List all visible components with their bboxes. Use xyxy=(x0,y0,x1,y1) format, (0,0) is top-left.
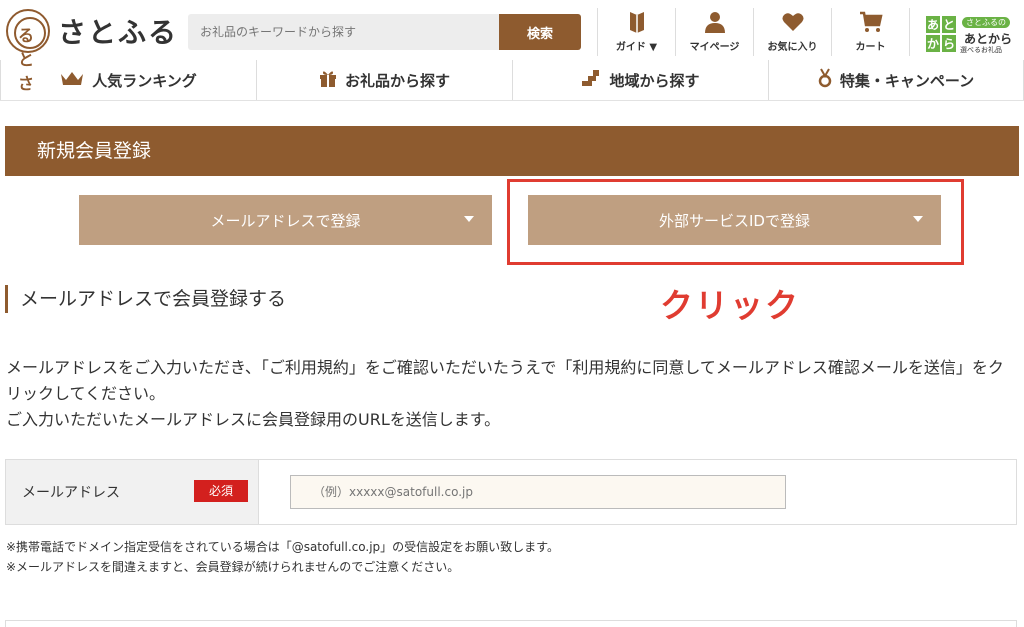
heart-icon xyxy=(754,10,831,38)
tab-email-register[interactable]: メールアドレスで登録 xyxy=(79,195,492,245)
main-nav: 人気ランキング お礼品から探す 地域から探す 特集・キャンペーン xyxy=(0,60,1024,101)
form-notes: ※携帯電話でドメイン指定受信をされている場合は「@satofull.co.jp」… xyxy=(6,537,559,577)
user-icon xyxy=(676,10,753,38)
email-label-cell: メールアドレス 必須 xyxy=(6,460,259,524)
site-header: るとさ さとふる 検索 ガイド ▼ マイページ お気に入り カート あ と xyxy=(0,0,1024,93)
nav-region-label: 地域から探す xyxy=(609,71,700,90)
email-field[interactable] xyxy=(290,475,786,509)
section-heading: メールアドレスで会員登録する xyxy=(5,285,286,313)
page-title: 新規会員登録 xyxy=(5,126,1019,176)
nav-ranking-label: 人気ランキング xyxy=(92,71,197,90)
favorites-link[interactable]: お気に入り xyxy=(753,8,831,56)
atokara-banner[interactable]: あ と か ら さとふるの あとから 選べるお礼品 xyxy=(922,9,1020,55)
book-icon xyxy=(598,10,675,38)
atokara-logo-icon: あ と か ら xyxy=(925,15,957,53)
nav-gifts-label: お礼品から探す xyxy=(344,71,450,90)
mypage-label: マイページ xyxy=(689,42,740,53)
site-logo[interactable]: るとさ さとふる xyxy=(6,9,179,93)
note-line: ※携帯電話でドメイン指定受信をされている場合は「@satofull.co.jp」… xyxy=(6,540,559,554)
atokara-badge: さとふるの xyxy=(962,17,1010,28)
guide-menu[interactable]: ガイド ▼ xyxy=(597,8,675,56)
tab-email-label: メールアドレスで登録 xyxy=(210,211,361,230)
note-line: ※メールアドレスを間違えますと、会員登録が続けられませんのでご注意ください。 xyxy=(6,560,460,574)
email-input-cell xyxy=(259,460,1016,524)
atokara-char: あ xyxy=(925,15,941,34)
nav-region[interactable]: 地域から探す xyxy=(512,60,768,100)
description-line: ご入力いただいたメールアドレスに会員登録用のURLを送信します。 xyxy=(6,410,501,429)
nav-gifts[interactable]: お礼品から探す xyxy=(256,60,512,100)
crown-icon xyxy=(60,70,84,90)
atokara-char: と xyxy=(941,15,957,34)
nav-ranking[interactable]: 人気ランキング xyxy=(0,60,256,100)
annotation-click-label: クリック xyxy=(660,286,800,325)
atokara-char: ら xyxy=(941,34,957,53)
nav-features-label: 特集・キャンペーン xyxy=(839,71,975,90)
gift-icon xyxy=(319,69,337,91)
description: メールアドレスをご入力いただき、「ご利用規約」をご確認いただいたうえで「利用規約… xyxy=(6,355,1016,433)
logo-mark-icon: るとさ xyxy=(6,9,50,93)
chevron-down-icon xyxy=(464,216,474,222)
search-bar: 検索 xyxy=(188,14,581,50)
favorites-label: お気に入り xyxy=(767,42,818,53)
description-line: メールアドレスをご入力いただき、「ご利用規約」をご確認いただいたうえで「利用規約… xyxy=(6,358,1004,403)
medal-icon xyxy=(818,68,832,92)
cart-link[interactable]: カート xyxy=(831,8,909,56)
atokara-char: か xyxy=(925,34,941,53)
next-section-edge xyxy=(5,620,1017,627)
mypage-link[interactable]: マイページ xyxy=(675,8,753,56)
required-badge: 必須 xyxy=(194,480,248,502)
logo-text: さとふる xyxy=(58,16,179,49)
guide-label: ガイド ▼ xyxy=(615,42,658,53)
atokara-sub: 選べるお礼品 xyxy=(960,46,1002,54)
util-divider xyxy=(909,8,910,56)
cart-icon xyxy=(832,10,909,38)
email-form-row: メールアドレス 必須 xyxy=(5,459,1017,525)
map-icon xyxy=(581,69,601,91)
email-label: メールアドレス xyxy=(22,485,120,501)
cart-label: カート xyxy=(855,42,886,53)
nav-features[interactable]: 特集・キャンペーン xyxy=(768,60,1024,100)
search-button[interactable]: 検索 xyxy=(499,14,581,50)
annotation-highlight-box xyxy=(507,179,964,265)
search-input[interactable] xyxy=(188,14,499,50)
